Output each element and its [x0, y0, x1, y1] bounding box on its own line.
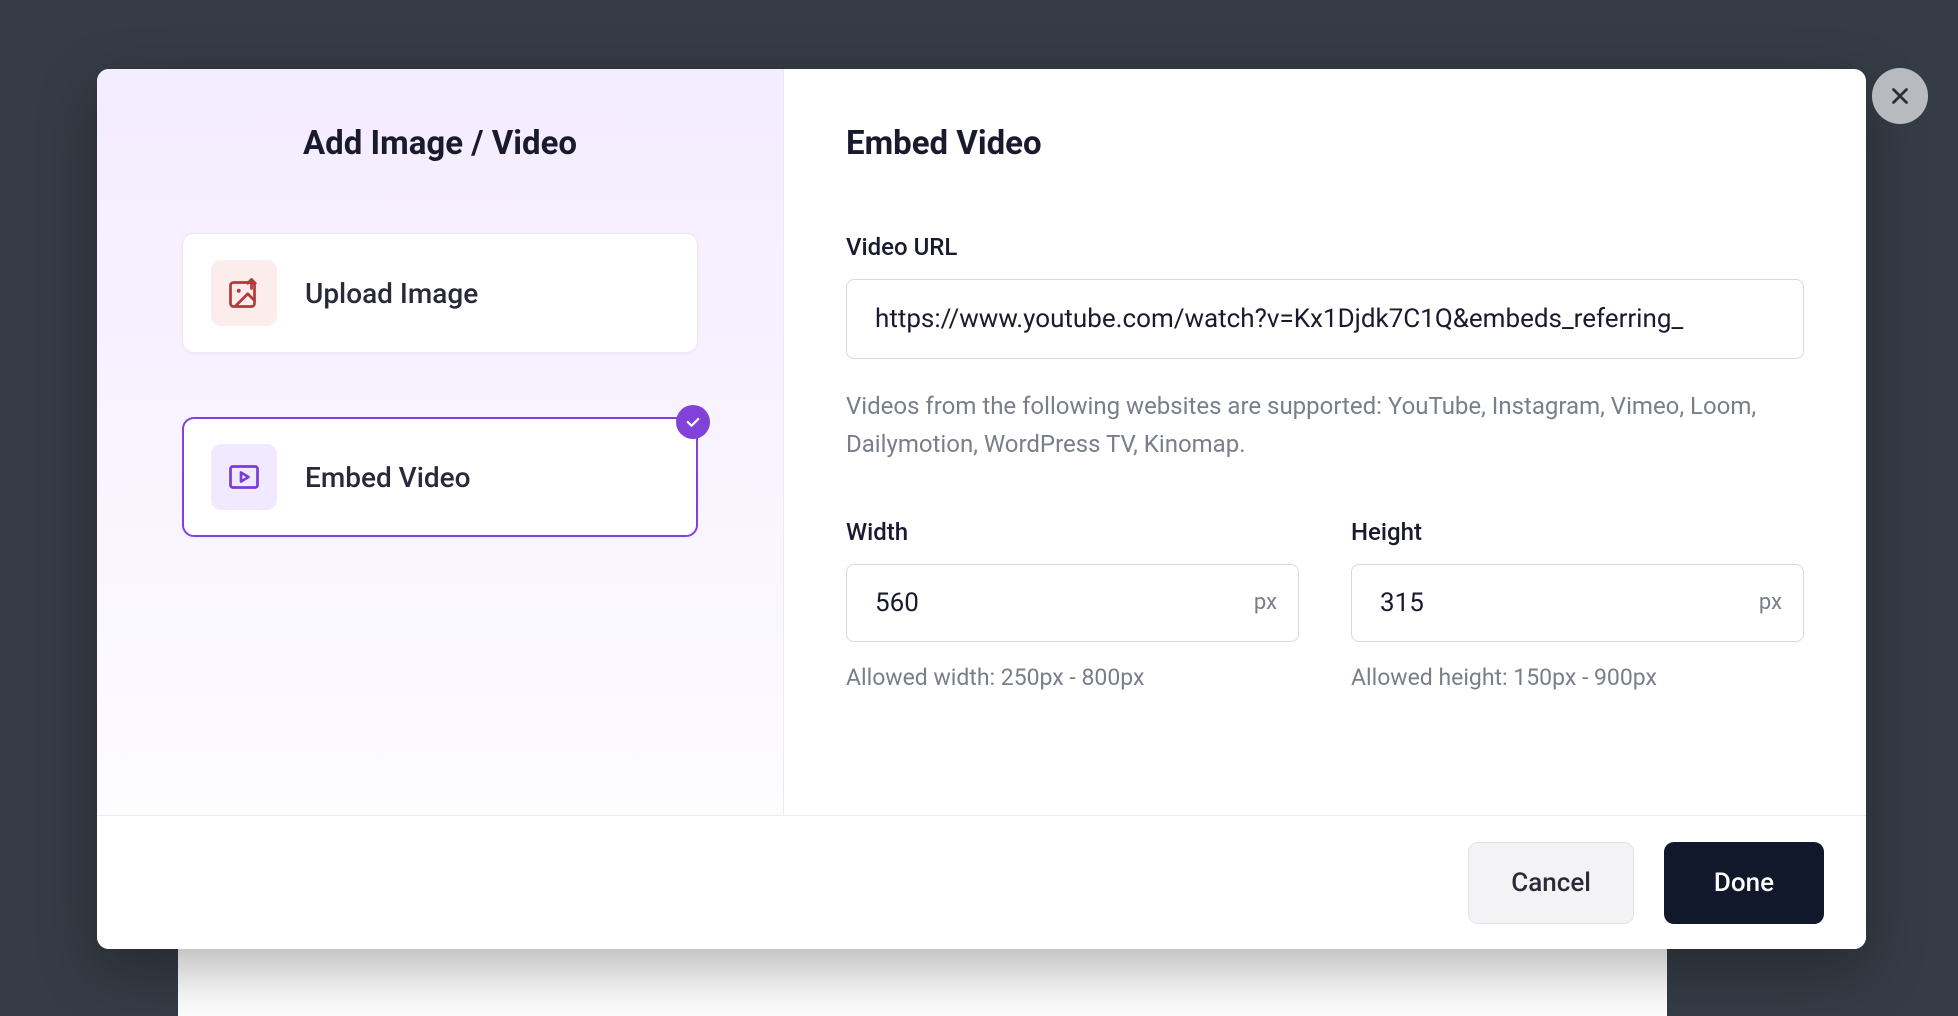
add-media-modal: Add Image / Video Upload Image	[97, 69, 1866, 949]
dimensions-row: Width px Allowed width: 250px - 800px He…	[846, 518, 1804, 691]
main-title: Embed Video	[846, 124, 1804, 163]
video-url-label: Video URL	[846, 233, 1804, 261]
option-upload-image[interactable]: Upload Image	[182, 233, 698, 353]
cancel-button[interactable]: Cancel	[1468, 842, 1634, 924]
height-column: Height px Allowed height: 150px - 900px	[1351, 518, 1804, 691]
width-label: Width	[846, 518, 1299, 546]
close-icon	[1887, 83, 1913, 109]
video-url-input[interactable]	[846, 279, 1804, 359]
video-url-help: Videos from the following websites are s…	[846, 387, 1804, 464]
width-input[interactable]	[846, 564, 1299, 642]
done-button[interactable]: Done	[1664, 842, 1824, 924]
height-label: Height	[1351, 518, 1804, 546]
modal-body: Add Image / Video Upload Image	[97, 69, 1866, 815]
height-hint: Allowed height: 150px - 900px	[1351, 664, 1804, 691]
width-hint: Allowed width: 250px - 800px	[846, 664, 1299, 691]
height-input[interactable]	[1351, 564, 1804, 642]
option-label: Embed Video	[305, 461, 471, 494]
video-embed-icon	[211, 444, 277, 510]
modal-footer: Cancel Done	[97, 815, 1866, 949]
sidebar-title: Add Image / Video	[182, 124, 698, 163]
image-upload-icon	[211, 260, 277, 326]
option-embed-video[interactable]: Embed Video	[182, 417, 698, 537]
close-button[interactable]	[1872, 68, 1928, 124]
background-panel	[178, 949, 1667, 1016]
width-column: Width px Allowed width: 250px - 800px	[846, 518, 1299, 691]
option-label: Upload Image	[305, 277, 478, 310]
selected-check-icon	[676, 405, 710, 439]
main-panel: Embed Video Video URL Videos from the fo…	[784, 69, 1866, 815]
sidebar: Add Image / Video Upload Image	[97, 69, 784, 815]
